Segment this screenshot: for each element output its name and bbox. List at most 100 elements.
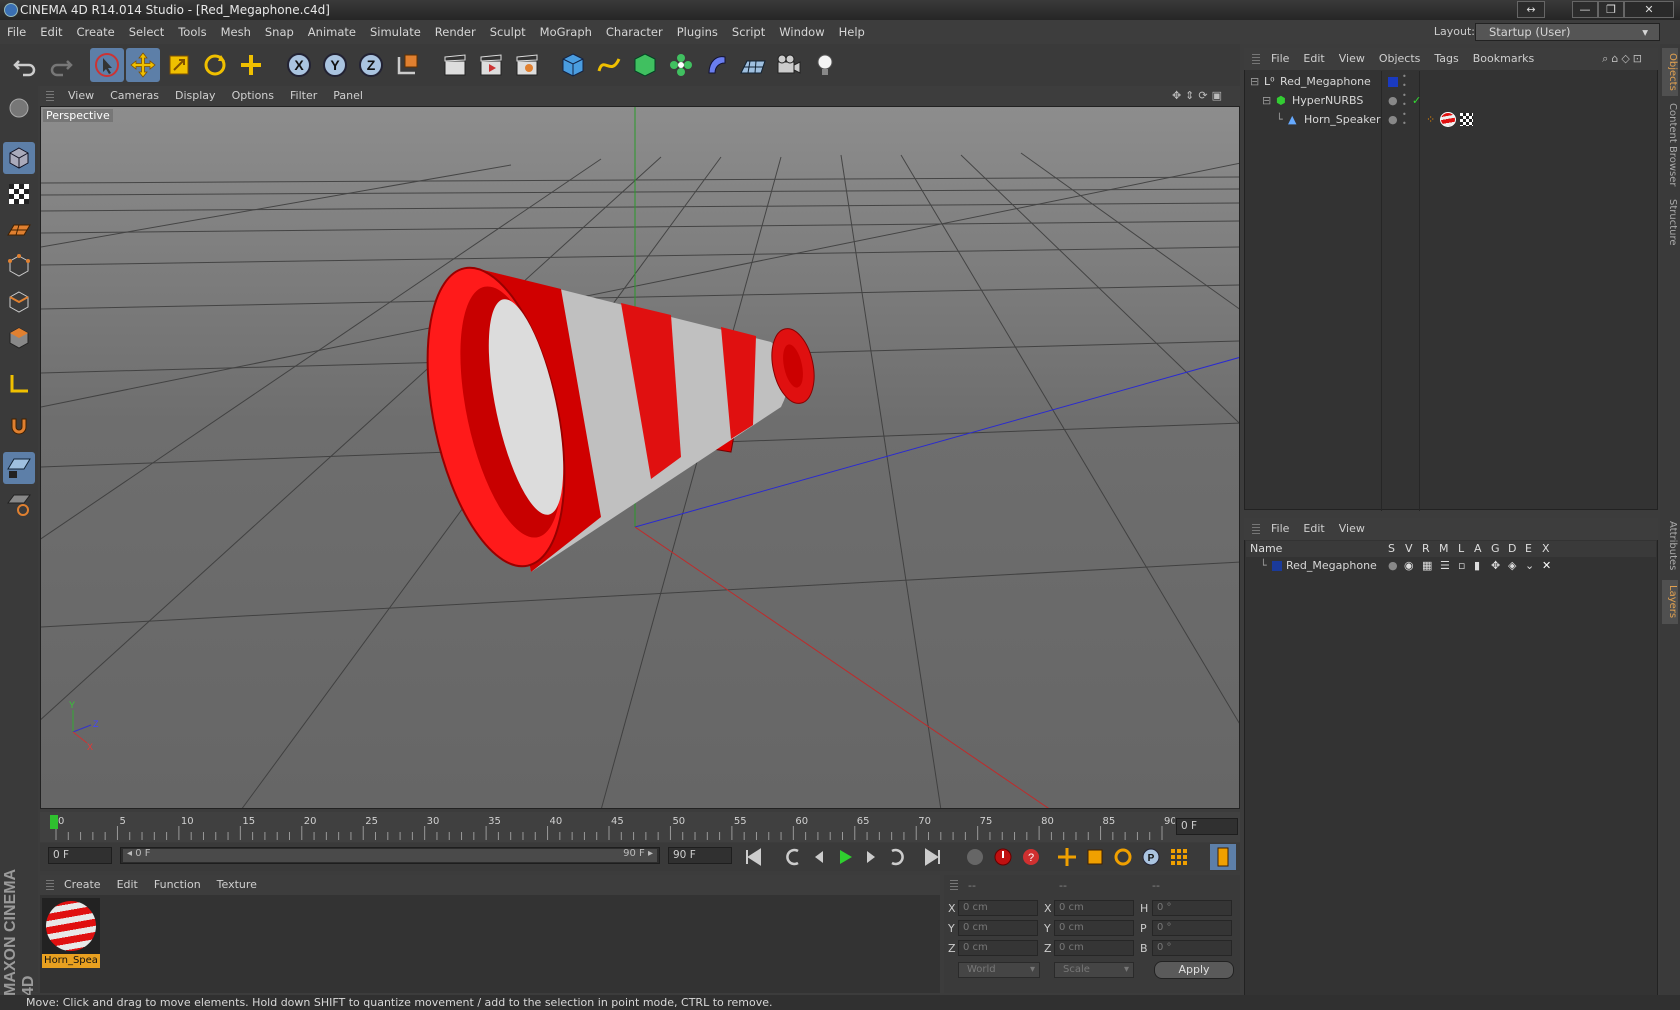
render-view-button[interactable]	[438, 48, 472, 82]
col-name[interactable]: Name	[1250, 541, 1282, 557]
col-solo[interactable]: S	[1388, 541, 1395, 557]
previous-frame-button[interactable]	[806, 844, 832, 870]
object-menu-objects[interactable]: Objects	[1372, 48, 1428, 70]
uvw-tag-icon[interactable]	[1460, 113, 1473, 126]
record-position-button[interactable]	[1054, 844, 1080, 870]
recent-tools-button[interactable]	[234, 48, 268, 82]
viewport-menu-cameras[interactable]: Cameras	[102, 86, 167, 106]
xref-icon[interactable]: ✕	[1542, 557, 1551, 574]
pos-x-field[interactable]: 0 cm	[958, 900, 1038, 916]
next-key-button[interactable]	[884, 844, 910, 870]
add-light-button[interactable]	[808, 48, 842, 82]
manager-icon[interactable]: ☰	[1440, 557, 1450, 574]
viewport-menu-display[interactable]: Display	[167, 86, 224, 106]
y-axis-lock-button[interactable]: Y	[318, 48, 352, 82]
go-to-end-button[interactable]	[920, 844, 946, 870]
layer-menu-view[interactable]: View	[1332, 518, 1372, 540]
add-camera-button[interactable]	[772, 48, 806, 82]
rot-p-field[interactable]: 0 °	[1152, 920, 1232, 936]
object-menu-tags[interactable]: Tags	[1427, 48, 1465, 70]
workplane-mode-button[interactable]	[3, 214, 35, 246]
menu-mesh[interactable]: Mesh	[214, 20, 258, 44]
viewport-menu-filter[interactable]: Filter	[282, 86, 325, 106]
render-icon[interactable]: ▦	[1422, 557, 1432, 574]
pos-z-field[interactable]: 0 cm	[958, 940, 1038, 956]
add-cube-button[interactable]	[556, 48, 590, 82]
material-menu-texture[interactable]: Texture	[209, 875, 265, 895]
add-spline-button[interactable]	[592, 48, 626, 82]
move-tool-button[interactable]	[126, 48, 160, 82]
menu-sculpt[interactable]: Sculpt	[483, 20, 533, 44]
locked-workplane-button[interactable]	[3, 488, 35, 520]
minimize-button[interactable]: —	[1572, 1, 1598, 18]
point-mode-button[interactable]	[3, 250, 35, 282]
record-pla-button[interactable]	[1166, 844, 1192, 870]
coordinate-system-button[interactable]	[390, 48, 424, 82]
tab-content-browser[interactable]: Content Browser	[1662, 100, 1678, 190]
close-button[interactable]: ✕	[1624, 1, 1674, 18]
make-editable-button[interactable]	[3, 92, 35, 124]
viewport-nav-icons[interactable]: ✥⇕⟳▣	[1164, 86, 1234, 106]
layout-select[interactable]: Startup (User) ▾	[1475, 23, 1660, 41]
enabled-check-icon[interactable]: ✓	[1412, 91, 1421, 110]
visibility-dots-icon[interactable]: • •	[1402, 110, 1407, 128]
col-generators[interactable]: G	[1491, 541, 1500, 557]
keyframe-selection-button[interactable]: ?	[1018, 844, 1044, 870]
z-axis-lock-button[interactable]: Z	[354, 48, 388, 82]
material-menu-function[interactable]: Function	[146, 875, 209, 895]
viewport-menu-panel[interactable]: Panel	[325, 86, 371, 106]
add-floor-button[interactable]	[736, 48, 770, 82]
menu-mograph[interactable]: MoGraph	[533, 20, 599, 44]
object-row-horn-speaker[interactable]: └ ▲ Horn_Speaker ● • • ⁘	[1246, 110, 1656, 129]
record-parameter-button[interactable]: P	[1138, 844, 1164, 870]
workplane-lock-button[interactable]	[3, 452, 35, 484]
undo-button[interactable]	[8, 48, 42, 82]
record-keys-disabled-button[interactable]	[962, 844, 988, 870]
animation-icon[interactable]: ▮	[1474, 557, 1480, 574]
material-menu-create[interactable]: Create	[56, 875, 109, 895]
menu-plugins[interactable]: Plugins	[670, 20, 725, 44]
polygon-mode-button[interactable]	[3, 322, 35, 354]
tab-attributes[interactable]: Attributes	[1662, 516, 1678, 576]
menu-window[interactable]: Window	[772, 20, 831, 44]
frame-range-slider[interactable]: ◂ 0 F 90 F ▸	[120, 847, 660, 864]
scale-tool-button[interactable]	[162, 48, 196, 82]
col-view[interactable]: V	[1405, 541, 1413, 557]
layer-row-red-megaphone[interactable]: └ Red_Megaphone ● ◉ ▦ ☰ ▫ ▮ ✥ ◈ ⌄ ✕	[1246, 557, 1656, 574]
view-eye-icon[interactable]: ◉	[1404, 557, 1414, 574]
layer-color-swatch[interactable]	[1272, 561, 1282, 571]
resize-icon[interactable]: ↔	[1517, 1, 1545, 18]
end-frame-field[interactable]: 90 F	[668, 847, 732, 864]
viewport-menu-view[interactable]: View	[60, 86, 102, 106]
axis-mode-button[interactable]	[3, 368, 35, 400]
menu-script[interactable]: Script	[725, 20, 772, 44]
col-render[interactable]: R	[1422, 541, 1430, 557]
tab-layers[interactable]: Layers	[1662, 580, 1678, 624]
perspective-viewport[interactable]: Y Z X Perspective	[40, 106, 1240, 809]
expression-icon[interactable]: ⌄	[1525, 557, 1534, 574]
size-y-field[interactable]: 0 cm	[1054, 920, 1134, 936]
menu-edit[interactable]: Edit	[33, 20, 69, 44]
previous-key-button[interactable]	[780, 844, 806, 870]
menu-file[interactable]: File	[0, 20, 33, 44]
menu-animate[interactable]: Animate	[301, 20, 363, 44]
menu-tools[interactable]: Tools	[171, 20, 213, 44]
object-row-red-megaphone[interactable]: ⊟ L⁰ Red_Megaphone • •	[1246, 72, 1656, 91]
render-settings-button[interactable]	[510, 48, 544, 82]
add-deformer-button[interactable]	[700, 48, 734, 82]
col-expressions[interactable]: E	[1525, 541, 1532, 557]
viewport-menu-options[interactable]: Options	[224, 86, 282, 106]
material-menu-edit[interactable]: Edit	[109, 875, 146, 895]
object-menu-file[interactable]: File	[1264, 48, 1296, 70]
next-frame-button[interactable]	[858, 844, 884, 870]
object-search-home-icons[interactable]: ⌕⌂◇⊡	[1595, 48, 1652, 70]
col-manager[interactable]: M	[1439, 541, 1449, 557]
pos-y-field[interactable]: 0 cm	[958, 920, 1038, 936]
size-z-field[interactable]: 0 cm	[1054, 940, 1134, 956]
x-axis-lock-button[interactable]: X	[282, 48, 316, 82]
size-mode-select[interactable]: Scale ▾	[1054, 962, 1134, 978]
menu-help[interactable]: Help	[832, 20, 872, 44]
live-selection-button[interactable]	[90, 48, 124, 82]
col-animation[interactable]: A	[1474, 541, 1482, 557]
play-button[interactable]	[832, 844, 858, 870]
